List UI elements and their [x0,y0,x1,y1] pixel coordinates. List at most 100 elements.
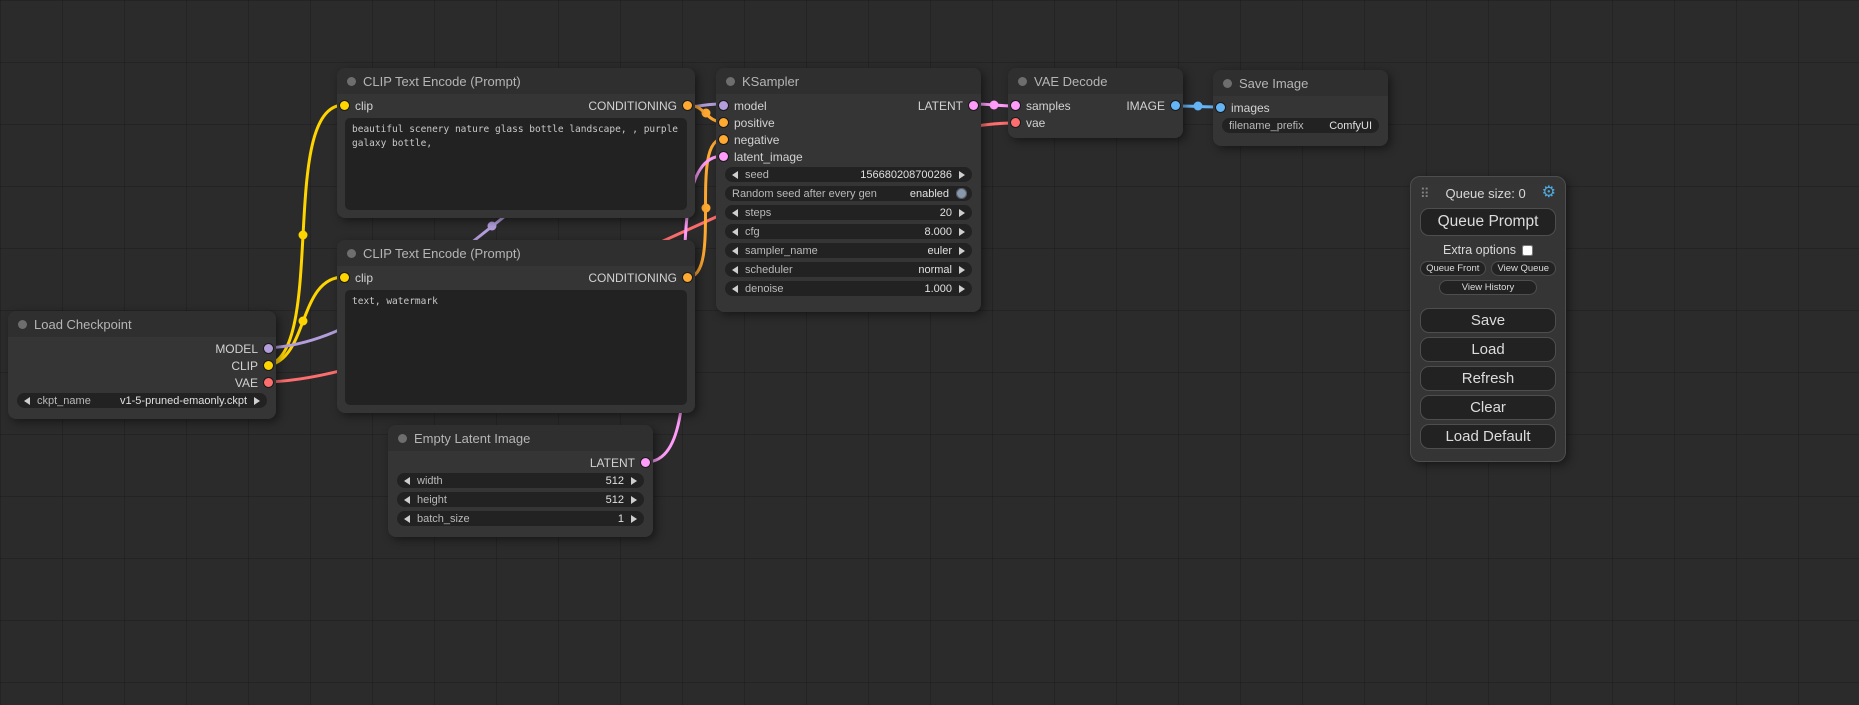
decrease-arrow-icon[interactable] [732,171,738,179]
extra-options-checkbox[interactable] [1522,245,1533,256]
prev-value-arrow-icon[interactable] [24,397,30,405]
node-ksampler[interactable]: KSampler model LATENT positive [716,68,981,312]
latent-output-port[interactable] [969,101,978,110]
sampler-name-widget[interactable]: sampler_name euler [725,243,972,258]
clip-input-port[interactable] [340,273,349,282]
vae-input-port[interactable] [1011,118,1020,127]
node-empty-latent-image[interactable]: Empty Latent Image LATENT width 512 heig… [388,425,653,537]
settings-gear-icon[interactable]: ⚙ [1542,185,1556,201]
collapse-dot-icon[interactable] [347,77,356,86]
increase-arrow-icon[interactable] [631,515,637,523]
node-load-checkpoint[interactable]: Load Checkpoint MODEL CLIP VAE [8,311,276,419]
collapse-dot-icon[interactable] [1223,79,1232,88]
decrease-arrow-icon[interactable] [404,477,410,485]
collapse-dot-icon[interactable] [726,77,735,86]
latent-output-port[interactable] [641,458,650,467]
load-button[interactable]: Load [1420,337,1556,362]
cfg-widget[interactable]: cfg 8.000 [725,224,972,239]
samples-input-port[interactable] [1011,101,1020,110]
decrease-arrow-icon[interactable] [732,228,738,236]
output-slot-latent: LATENT [918,99,981,113]
increase-arrow-icon[interactable] [959,285,965,293]
refresh-button[interactable]: Refresh [1420,366,1556,391]
node-title: VAE Decode [1034,74,1107,89]
scheduler-widget[interactable]: scheduler normal [725,262,972,277]
filename-prefix-widget[interactable]: filename_prefix ComfyUI [1222,118,1379,133]
clip-input-port[interactable] [340,101,349,110]
conditioning-output-port[interactable] [683,101,692,110]
seed-widget[interactable]: seed 156680208700286 [725,167,972,182]
node-clip-text-encode-negative[interactable]: CLIP Text Encode (Prompt) clip CONDITION… [337,240,695,413]
widget-value: euler [928,245,952,257]
view-queue-button[interactable]: View Queue [1491,261,1557,276]
node-vae-decode[interactable]: VAE Decode samples IMAGE vae [1008,68,1183,138]
queue-prompt-button[interactable]: Queue Prompt [1420,208,1556,236]
increase-arrow-icon[interactable] [959,209,965,217]
steps-widget[interactable]: steps 20 [725,205,972,220]
positive-input-port[interactable] [719,118,728,127]
images-input-port[interactable] [1216,103,1225,112]
output-slot-conditioning: CONDITIONING [588,271,695,285]
node-title-bar[interactable]: Save Image [1213,70,1388,96]
node-title: Load Checkpoint [34,317,132,332]
decrease-arrow-icon[interactable] [732,209,738,217]
node-clip-text-encode-positive[interactable]: CLIP Text Encode (Prompt) clip CONDITION… [337,68,695,218]
decrease-arrow-icon[interactable] [404,496,410,504]
widget-name: Random seed after every gen [732,188,877,200]
next-value-arrow-icon[interactable] [254,397,260,405]
image-output-port[interactable] [1171,101,1180,110]
negative-prompt-textarea[interactable]: text, watermark [345,290,687,405]
slot-label: model [734,99,767,113]
widget-value: 1 [618,513,624,525]
clear-button[interactable]: Clear [1420,395,1556,420]
positive-prompt-textarea[interactable]: beautiful scenery nature glass bottle la… [345,118,687,210]
collapse-dot-icon[interactable] [347,249,356,258]
node-title-bar[interactable]: Empty Latent Image [388,425,653,451]
model-output-port[interactable] [264,344,273,353]
node-title-bar[interactable]: CLIP Text Encode (Prompt) [337,68,695,94]
decrease-arrow-icon[interactable] [404,515,410,523]
input-slot-negative: negative [716,133,779,147]
collapse-dot-icon[interactable] [1018,77,1027,86]
width-widget[interactable]: width 512 [397,473,644,488]
node-title-bar[interactable]: Load Checkpoint [8,311,276,337]
clip-output-port[interactable] [264,361,273,370]
slot-label: CONDITIONING [588,271,677,285]
decrease-arrow-icon[interactable] [732,285,738,293]
collapse-dot-icon[interactable] [18,320,27,329]
increase-arrow-icon[interactable] [959,171,965,179]
prev-value-arrow-icon[interactable] [732,266,738,274]
widget-name: batch_size [417,513,470,525]
increase-arrow-icon[interactable] [631,477,637,485]
next-value-arrow-icon[interactable] [959,247,965,255]
output-slot-conditioning: CONDITIONING [588,99,695,113]
ckpt-name-widget[interactable]: ckpt_name v1-5-pruned-emaonly.ckpt [17,393,267,408]
denoise-widget[interactable]: denoise 1.000 [725,281,972,296]
random-seed-toggle-widget[interactable]: Random seed after every gen enabled [725,186,972,201]
next-value-arrow-icon[interactable] [959,266,965,274]
node-title-bar[interactable]: VAE Decode [1008,68,1183,94]
node-title-bar[interactable]: KSampler [716,68,981,94]
conditioning-output-port[interactable] [683,273,692,282]
node-save-image[interactable]: Save Image images filename_prefix ComfyU… [1213,70,1388,146]
queue-front-button[interactable]: Queue Front [1420,261,1486,276]
increase-arrow-icon[interactable] [631,496,637,504]
save-button[interactable]: Save [1420,308,1556,333]
latent-image-input-port[interactable] [719,152,728,161]
prev-value-arrow-icon[interactable] [732,247,738,255]
vae-output-port[interactable] [264,378,273,387]
toggle-knob-icon[interactable] [956,188,967,199]
increase-arrow-icon[interactable] [959,228,965,236]
batch-size-widget[interactable]: batch_size 1 [397,511,644,526]
view-history-button[interactable]: View History [1439,280,1537,295]
node-title-bar[interactable]: CLIP Text Encode (Prompt) [337,240,695,266]
drag-handle-icon[interactable]: ⠿ [1420,187,1430,200]
height-widget[interactable]: height 512 [397,492,644,507]
negative-input-port[interactable] [719,135,728,144]
model-input-port[interactable] [719,101,728,110]
graph-canvas[interactable]: Load Checkpoint MODEL CLIP VAE [0,0,1859,705]
load-default-button[interactable]: Load Default [1420,424,1556,449]
slot-label: clip [355,271,373,285]
input-slot-vae: vae [1008,116,1045,130]
collapse-dot-icon[interactable] [398,434,407,443]
